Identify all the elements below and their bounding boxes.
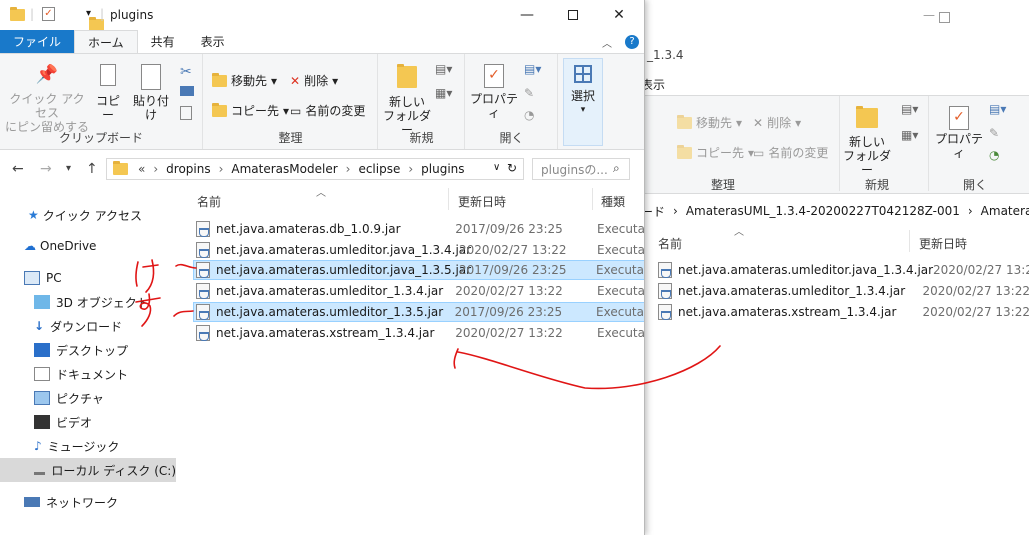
annotation-layer: けす: [0, 0, 721, 390]
pointer-line: [175, 263, 197, 269]
handwritten-text: けす: [0, 0, 2, 1]
pointer-line: [173, 310, 194, 317]
handwriting-stroke: [135, 297, 161, 303]
handwriting-stroke: [142, 264, 159, 268]
handwriting-stroke: [135, 261, 139, 287]
handwriting-stroke: [139, 293, 152, 327]
curved-arrow: [457, 345, 721, 390]
handwriting-stroke: [145, 259, 155, 293]
handwritten-strokes: [135, 259, 721, 390]
